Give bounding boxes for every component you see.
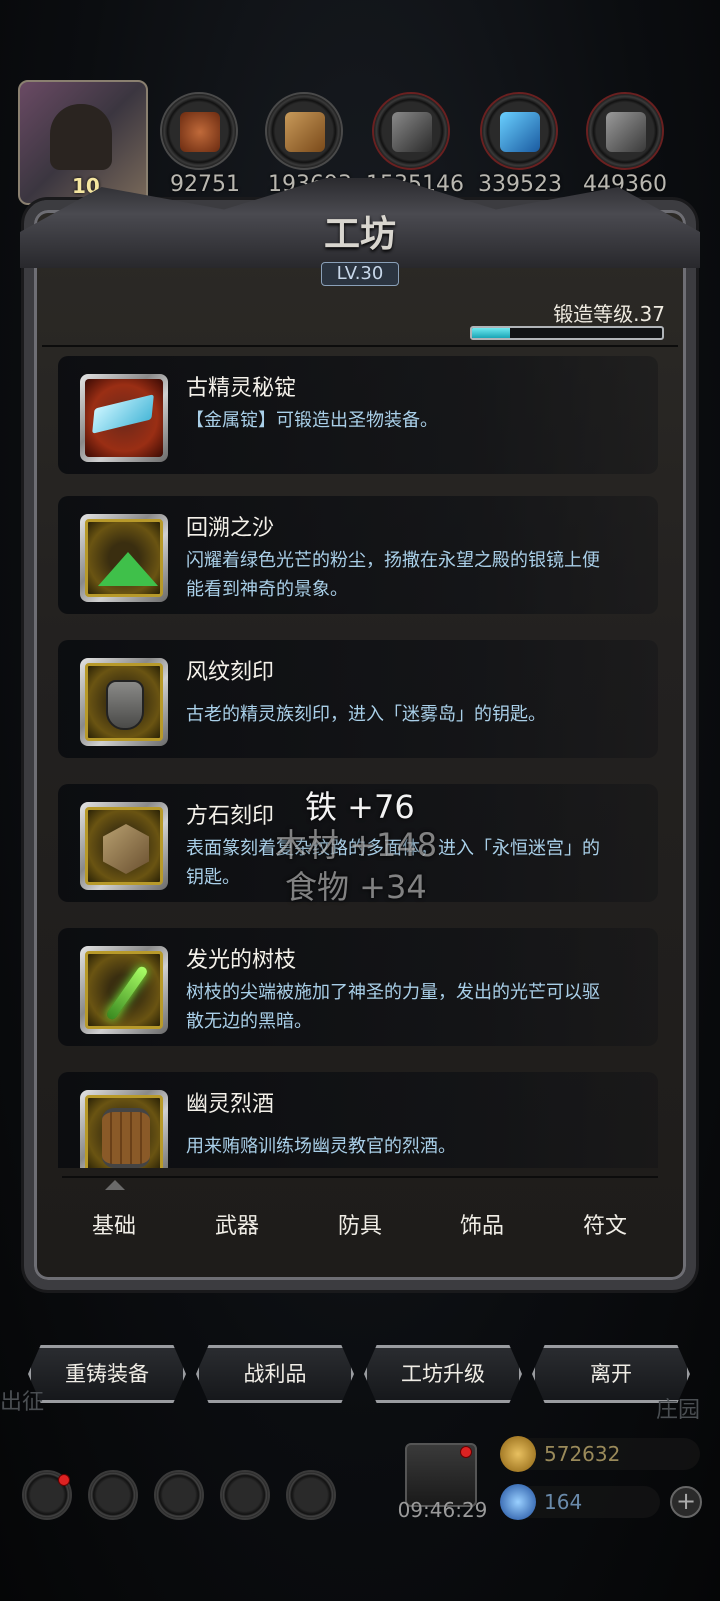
tab-accessories[interactable]: 饰品: [432, 1208, 532, 1240]
avatar-portrait: [50, 104, 112, 170]
item-frame: [80, 946, 168, 1034]
tab-armor[interactable]: 防具: [310, 1208, 410, 1240]
manor-label[interactable]: 庄园: [656, 1392, 700, 1424]
item-frame: [80, 802, 168, 890]
item-frame: [80, 374, 168, 462]
item-desc: 树枝的尖端被施加了神圣的力量，发出的光芒可以驱散无边的黑暗。: [186, 982, 600, 1032]
mail-icon[interactable]: [220, 1470, 270, 1520]
gem-currency: 164: [500, 1484, 660, 1520]
list-item[interactable]: 发光的树枝 树枝的尖端被施加了神圣的力量，发出的光芒可以驱散无边的黑暗。: [58, 928, 658, 1046]
player-avatar[interactable]: 10: [18, 80, 148, 205]
resource-value-meat: 92751: [170, 172, 240, 197]
forge-progress-fill: [472, 328, 510, 338]
item-desc: 【金属锭】可锻造出圣物装备。: [186, 410, 438, 431]
gem-icon: [500, 1484, 536, 1520]
item-name: 发光的树枝: [186, 948, 297, 973]
item-name: 幽灵烈酒: [186, 1092, 275, 1117]
ingot-icon: [92, 394, 154, 434]
item-desc: 用来贿赂训练场幽灵教官的烈酒。: [186, 1136, 456, 1157]
reforge-button[interactable]: 重铸装备: [28, 1345, 186, 1403]
item-frame: [80, 658, 168, 746]
upgrade-workshop-button[interactable]: 工坊升级: [364, 1345, 522, 1403]
item-desc: 古老的精灵族刻印，进入「迷雾岛」的钥匙。: [186, 704, 546, 725]
cube-seal-icon: [103, 824, 149, 874]
crystal-resource-icon[interactable]: [480, 92, 558, 170]
item-name: 古精灵秘锭: [186, 376, 297, 401]
item-frame: [80, 514, 168, 602]
shop-icon[interactable]: [286, 1470, 336, 1520]
armor-seal-icon: [106, 680, 144, 730]
forge-progress-bar: [470, 326, 664, 340]
list-item[interactable]: 幽灵烈酒 用来贿赂训练场幽灵教官的烈酒。: [58, 1072, 658, 1168]
list-item[interactable]: 古精灵秘锭 【金属锭】可锻造出圣物装备。: [58, 356, 658, 474]
gem-value: 164: [544, 1490, 583, 1514]
forge-level-label: 锻造等级.37: [553, 302, 665, 326]
item-frame: [80, 1090, 168, 1168]
meat-resource-icon[interactable]: [160, 92, 238, 170]
list-item[interactable]: 回溯之沙 闪耀着绿色光芒的粉尘，扬撒在永望之殿的银镜上便能看到神奇的景象。: [58, 496, 658, 614]
item-desc: 闪耀着绿色光芒的粉尘，扬撒在永望之殿的银镜上便能看到神奇的景象。: [186, 550, 600, 600]
wood-resource-icon[interactable]: [265, 92, 343, 170]
gold-value: 572632: [544, 1442, 621, 1466]
panel-title: 工坊: [323, 213, 396, 255]
tab-runes[interactable]: 符文: [555, 1208, 655, 1240]
item-list[interactable]: 古精灵秘锭 【金属锭】可锻造出圣物装备。 回溯之沙 闪耀着绿色光芒的粉尘，扬撒在…: [58, 356, 658, 1168]
resource-value-crystal: 339523: [478, 172, 562, 197]
guild-icon[interactable]: [154, 1470, 204, 1520]
gift-timer: 09:46:29: [397, 1498, 488, 1522]
item-name: 风纹刻印: [186, 660, 275, 685]
item-name: 方石刻印: [186, 804, 275, 829]
divider: [42, 345, 678, 347]
sand-icon: [98, 552, 158, 586]
tab-weapons[interactable]: 武器: [187, 1208, 287, 1240]
tab-divider: [62, 1176, 658, 1178]
add-gems-button[interactable]: +: [670, 1486, 702, 1518]
gain-wood: 木材 +148: [275, 826, 438, 864]
gain-food: 食物 +34: [285, 868, 427, 906]
workshop-level-badge: LV.30: [321, 262, 399, 286]
branch-icon: [105, 964, 149, 1022]
gold-coin-icon: [500, 1436, 536, 1472]
barrel-icon: [102, 1108, 150, 1168]
iron-resource-icon[interactable]: [372, 92, 450, 170]
notification-dot: [460, 1446, 472, 1458]
expedition-label[interactable]: 出征: [0, 1384, 44, 1416]
list-item[interactable]: 风纹刻印 古老的精灵族刻印，进入「迷雾岛」的钥匙。: [58, 640, 658, 758]
item-name: 回溯之沙: [186, 516, 275, 541]
tab-basic[interactable]: 基础: [64, 1208, 164, 1240]
gold-currency: 572632: [500, 1436, 700, 1472]
stone-resource-icon[interactable]: [586, 92, 664, 170]
loot-button[interactable]: 战利品: [196, 1345, 354, 1403]
achievement-icon[interactable]: [88, 1470, 138, 1520]
notification-dot: [58, 1474, 70, 1486]
